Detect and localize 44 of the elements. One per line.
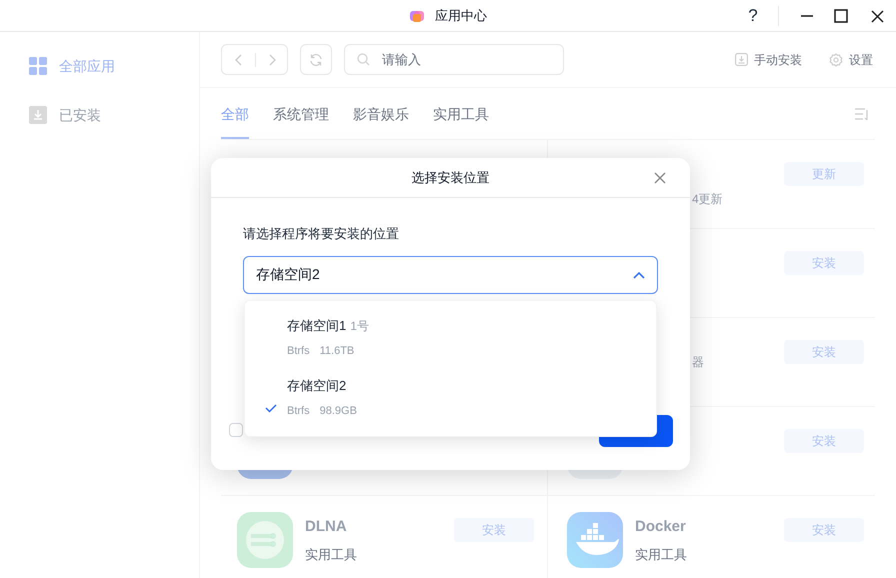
refresh-button[interactable] [300, 44, 332, 75]
app-status: 器 [692, 354, 704, 371]
toolbar-action[interactable]: 设置 [829, 50, 873, 68]
forward-icon[interactable] [269, 54, 277, 66]
dropdown-option[interactable]: 存储空间1 1号 Btrfs 11.6TB [245, 316, 656, 376]
app-category: 实用工具 [635, 546, 688, 564]
app-icon [567, 512, 623, 568]
maximize-icon[interactable] [834, 9, 848, 23]
back-icon[interactable] [234, 54, 242, 66]
help-button[interactable]: ? [738, 3, 768, 29]
chevron-icon [633, 270, 645, 278]
app-category: 实用工具 [305, 546, 358, 564]
location-select[interactable]: 存储空间2 [243, 256, 658, 294]
option-size: 98.9GB [320, 404, 357, 418]
refresh-icon [309, 52, 323, 66]
app-icon [237, 512, 293, 568]
category-tab[interactable]: 影音娱乐 [353, 104, 409, 139]
search-icon [357, 53, 370, 66]
download-icon [29, 106, 47, 124]
close-icon[interactable] [871, 10, 884, 22]
app-status: 4更新 [692, 191, 723, 208]
checkbox[interactable] [229, 423, 243, 437]
option-filesystem: Btrfs [287, 344, 310, 358]
grid-icon [29, 57, 47, 75]
dropdown-option[interactable]: 存储空间2 Btrfs 98.9GB [245, 376, 656, 436]
sidebar-item[interactable]: 已安装 [0, 97, 199, 133]
category-tab[interactable]: 全部 [221, 104, 249, 139]
category-tab[interactable]: 系统管理 [273, 104, 329, 139]
window-title: 应用中心 [435, 6, 487, 25]
option-filesystem: Btrfs [287, 404, 310, 418]
option-name: 存储空间1 [287, 317, 346, 335]
category-tab[interactable]: 实用工具 [433, 104, 489, 139]
option-size: 11.6TB [320, 344, 354, 358]
app-name: DLNA [305, 517, 348, 537]
sort-icon[interactable] [855, 108, 869, 121]
install-icon [735, 53, 748, 66]
toolbar-action[interactable]: 手动安装 [735, 50, 802, 68]
dialog-title: 选择安装位置 [412, 168, 490, 187]
search-field[interactable]: 请输入 [344, 44, 564, 75]
option-name: 存储空间2 [287, 377, 346, 395]
option-tag: 1号 [350, 317, 369, 335]
dialog-prompt: 请选择程序将要安装的位置 [243, 225, 400, 243]
settings-icon [829, 52, 843, 66]
app-name: Docker [635, 517, 687, 537]
